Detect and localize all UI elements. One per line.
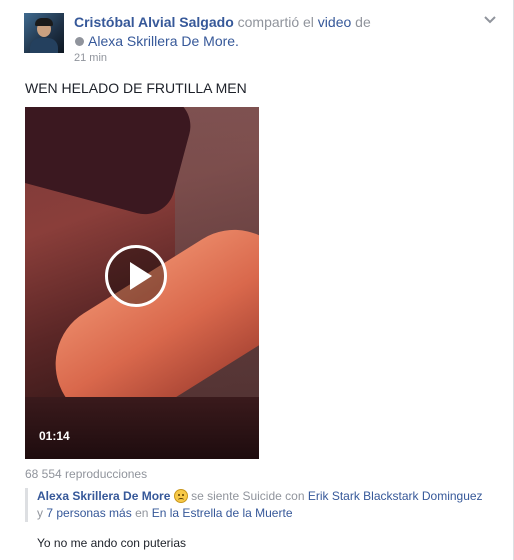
- at-text: en: [131, 506, 152, 520]
- of-text: de: [351, 14, 371, 30]
- tagged-person-link[interactable]: Erik Stark Blackstark Dominguez: [308, 489, 483, 503]
- video-link[interactable]: video: [318, 14, 351, 30]
- shared-post-message: Yo no me ando con puterias: [37, 536, 186, 550]
- author-avatar[interactable]: [24, 13, 64, 53]
- original-author-link[interactable]: Alexa Skrillera De More.: [88, 33, 239, 49]
- and-text: y: [37, 506, 47, 520]
- avatar-hair: [35, 18, 53, 26]
- feeling-text: se siente Suicide con: [187, 489, 308, 503]
- story-header: Cristóbal Alvial Salgado compartió el vi…: [74, 13, 484, 51]
- play-icon[interactable]: [105, 245, 167, 307]
- shared-post-attachment: Alexa Skrillera De More se siente Suicid…: [25, 488, 495, 522]
- place-link[interactable]: En la Estrella de la Muerte: [152, 506, 293, 520]
- post-timestamp[interactable]: 21 min: [74, 52, 107, 64]
- action-text: compartió el: [233, 14, 318, 30]
- others-link[interactable]: 7 personas más: [46, 506, 131, 520]
- view-count: 68 554 reproducciones: [25, 467, 148, 481]
- post-message: WEN HELADO DE FRUTILLA MEN: [25, 80, 247, 96]
- chevron-down-icon[interactable]: [483, 12, 497, 26]
- avatar-body: [30, 38, 58, 53]
- video-player[interactable]: 01:14: [25, 107, 259, 459]
- author-name-link[interactable]: Cristóbal Alvial Salgado: [74, 14, 234, 30]
- video-frame-floor: [25, 397, 259, 459]
- sad-emoji-icon: [173, 489, 188, 503]
- globe-icon: [75, 37, 84, 46]
- feed-story-card: Cristóbal Alvial Salgado compartió el vi…: [0, 0, 514, 560]
- video-duration: 01:14: [39, 429, 70, 443]
- shared-author-link[interactable]: Alexa Skrillera De More: [37, 489, 170, 503]
- video-frame-sleeve: [25, 107, 198, 221]
